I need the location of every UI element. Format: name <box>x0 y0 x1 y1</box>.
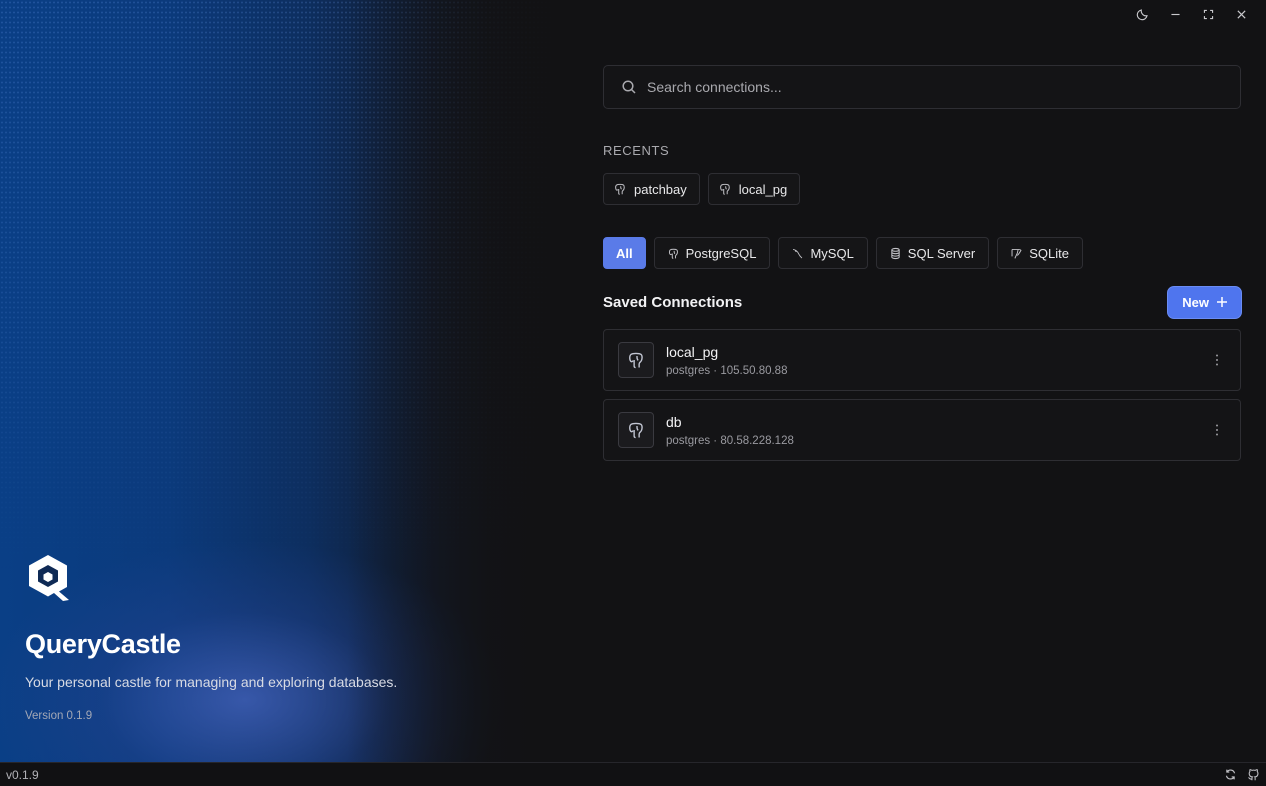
close-icon <box>1237 9 1246 19</box>
plus-icon <box>1217 297 1227 307</box>
connection-detail: postgres · 80.58.228.128 <box>666 434 794 447</box>
more-vertical-icon <box>1216 354 1218 366</box>
app-version-label: Version 0.1.9 <box>25 710 93 722</box>
connection-menu-button[interactable] <box>1210 351 1224 369</box>
filter-all[interactable]: All <box>603 237 646 269</box>
app-tagline: Your personal castle for managing and ex… <box>25 674 398 690</box>
saved-connections-header: Saved Connections New <box>603 285 1242 319</box>
postgres-elephant-icon <box>667 247 680 260</box>
minimize-icon <box>1171 13 1180 15</box>
sqlite-feather-icon <box>1010 247 1023 260</box>
recents-list: patchbay local_pg <box>603 173 1241 205</box>
connection-card-local-pg[interactable]: local_pg postgres · 105.50.80.88 <box>603 329 1241 391</box>
postgres-elephant-icon <box>718 182 732 196</box>
moon-icon <box>1136 8 1148 20</box>
refresh-button[interactable] <box>1223 768 1237 782</box>
postgres-elephant-icon <box>613 182 627 196</box>
connection-info: local_pg postgres · 105.50.80.88 <box>666 344 787 377</box>
filter-label: SQL Server <box>907 245 976 261</box>
new-connection-button[interactable]: New <box>1167 285 1242 319</box>
recent-chip-local-pg[interactable]: local_pg <box>707 173 801 205</box>
app-title: QueryCastle <box>25 629 181 659</box>
new-button-label: New <box>1182 294 1209 310</box>
recent-chip-label: patchbay <box>634 181 687 197</box>
filter-label: PostgreSQL <box>685 245 757 261</box>
recent-chip-patchbay[interactable]: patchbay <box>603 173 700 205</box>
minimize-button[interactable] <box>1159 5 1192 23</box>
hero-panel: QueryCastle Your personal castle for man… <box>0 0 560 762</box>
status-bar: v0.1.9 <box>0 762 1266 786</box>
github-icon <box>1247 769 1258 781</box>
connections-panel: RECENTS patchbay local_pg All PostgreSQL <box>603 65 1242 461</box>
filter-mysql[interactable]: MySQL <box>778 237 868 269</box>
saved-connections-list: local_pg postgres · 105.50.80.88 db post… <box>603 329 1241 461</box>
hero-content: QueryCastle Your personal castle for man… <box>25 553 397 722</box>
postgres-elephant-icon <box>618 412 654 448</box>
connection-info: db postgres · 80.58.228.128 <box>666 414 794 447</box>
filter-label: All <box>616 245 633 261</box>
querycastle-logo-icon <box>29 555 69 601</box>
connection-detail: postgres · 105.50.80.88 <box>666 364 788 377</box>
postgres-elephant-icon <box>618 342 654 378</box>
recent-chip-label: local_pg <box>738 181 788 197</box>
more-vertical-icon <box>1216 424 1218 436</box>
connection-name: db <box>666 413 682 430</box>
filter-sql-server[interactable]: SQL Server <box>875 237 990 269</box>
refresh-icon <box>1225 769 1235 780</box>
window-controls <box>1126 5 1258 23</box>
filter-label: SQLite <box>1029 245 1069 261</box>
filter-postgresql[interactable]: PostgreSQL <box>653 237 771 269</box>
recents-label: RECENTS <box>603 143 670 158</box>
search-box[interactable] <box>603 65 1241 109</box>
filter-label: MySQL <box>810 245 854 261</box>
saved-connections-title: Saved Connections <box>603 293 743 311</box>
connection-name: local_pg <box>666 343 719 360</box>
search-input[interactable] <box>647 79 1226 95</box>
github-button[interactable] <box>1246 768 1260 782</box>
mysql-dolphin-icon <box>791 247 804 260</box>
maximize-icon <box>1203 9 1214 19</box>
status-version: v0.1.9 <box>6 767 39 782</box>
filter-sqlite[interactable]: SQLite <box>997 237 1083 269</box>
close-button[interactable] <box>1225 5 1258 23</box>
database-stack-icon <box>889 247 902 260</box>
status-actions <box>1223 768 1260 782</box>
connection-card-db[interactable]: db postgres · 80.58.228.128 <box>603 399 1241 461</box>
connection-menu-button[interactable] <box>1210 421 1224 439</box>
search-icon <box>622 80 636 94</box>
theme-toggle-button[interactable] <box>1126 5 1159 23</box>
database-type-filters: All PostgreSQL MySQL SQL Server SQLite <box>603 237 1241 269</box>
maximize-button[interactable] <box>1192 5 1225 23</box>
